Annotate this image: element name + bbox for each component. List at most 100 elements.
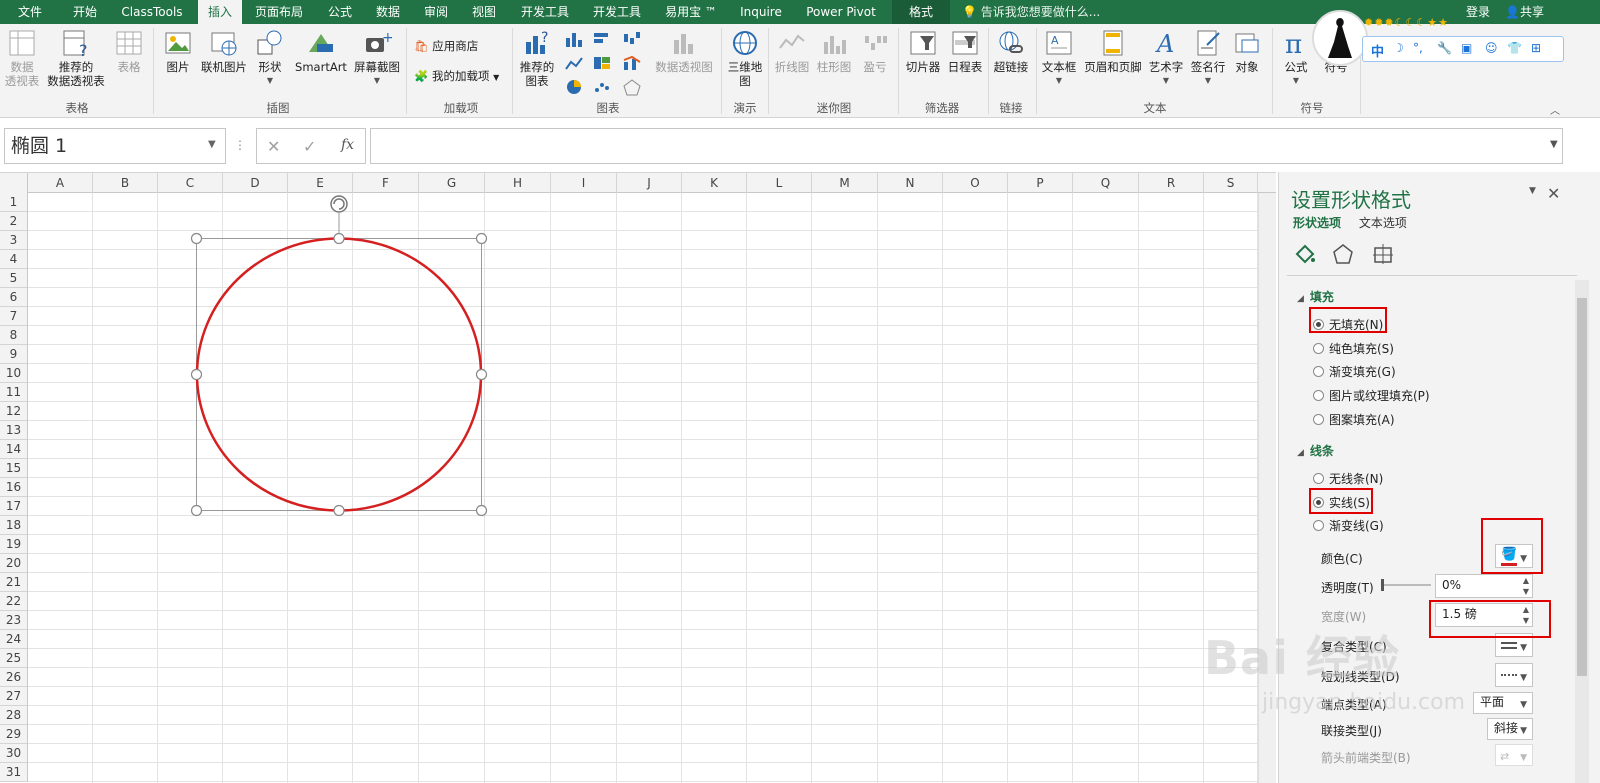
dash-type-dropdown[interactable]: ▼	[1495, 663, 1533, 687]
punctuation-icon[interactable]: °,	[1413, 41, 1423, 55]
resize-handles[interactable]	[190, 232, 488, 517]
share-button[interactable]: 👤共享	[1505, 0, 1544, 24]
3d-map-button[interactable]: 三维地 图	[724, 28, 766, 88]
line-option-gradient[interactable]: 渐变线(G)	[1313, 517, 1384, 534]
tab-file[interactable]: 文件	[8, 0, 52, 24]
tab-home[interactable]: 开始	[62, 0, 108, 24]
pivot-chart-button[interactable]: 数据透视图	[652, 28, 716, 74]
bar-chart-icon[interactable]	[592, 30, 612, 48]
sparkline-column-button[interactable]: 柱形图	[814, 28, 854, 74]
grid-icon[interactable]: ⊞	[1531, 41, 1541, 55]
chevron-down-icon[interactable]: ▼	[1529, 186, 1536, 196]
spin-up-icon[interactable]: ▲	[1523, 576, 1529, 585]
pie-chart-icon[interactable]	[564, 78, 584, 96]
radar-chart-icon[interactable]	[622, 78, 642, 96]
tab-format[interactable]: 格式	[892, 0, 950, 24]
rotate-handle-icon[interactable]	[330, 195, 348, 213]
my-addins-button[interactable]: 🧩 我的加载项 ▼	[414, 68, 499, 86]
fill-option-gradient[interactable]: 渐变填充(G)	[1313, 363, 1396, 380]
sparkline-line-button[interactable]: 折线图	[772, 28, 812, 74]
tab-formulas[interactable]: 公式	[318, 0, 362, 24]
hierarchy-chart-icon[interactable]	[592, 54, 612, 72]
effects-pentagon-icon[interactable]	[1331, 242, 1355, 266]
double-line-icon-lower	[1501, 647, 1517, 649]
tab-inquire[interactable]: Inquire	[732, 0, 790, 24]
spin-down-icon[interactable]: ▼	[1523, 587, 1529, 596]
fill-option-picture[interactable]: 图片或纹理填充(P)	[1313, 387, 1430, 404]
chevron-down-icon[interactable]: ▼	[1550, 139, 1558, 150]
join-type-dropdown[interactable]: 斜接 ▼	[1487, 718, 1533, 740]
pane-scrollbar-thumb[interactable]	[1577, 298, 1587, 676]
moon-icon[interactable]: ☽	[1393, 41, 1404, 55]
collapse-ribbon-icon[interactable]: ︿	[1550, 102, 1560, 117]
recommended-charts-button[interactable]: ? 推荐的 图表	[516, 28, 558, 88]
transparency-slider[interactable]	[1381, 584, 1431, 586]
sparkline-winloss-button[interactable]: 盈亏	[858, 28, 892, 74]
fill-section-header[interactable]: ◢ 填充	[1297, 288, 1334, 305]
textbox-button[interactable]: A 文本框 ▼	[1038, 28, 1080, 88]
smartart-button[interactable]: SmartArt	[292, 28, 350, 74]
tell-me-search[interactable]: 💡 告诉我您想要做什么...	[962, 0, 1100, 24]
header-footer-button[interactable]: 页眉和页脚	[1082, 28, 1144, 74]
slider-thumb[interactable]	[1381, 579, 1384, 591]
tab-page-layout[interactable]: 页面布局	[248, 0, 310, 24]
ellipse-shape[interactable]	[186, 191, 496, 521]
worksheet-grid[interactable]: ABCDEFGHIJKLMNOPQRS 1 2 3 4 5 6 7 8 9 10 11 12 13 14 1…	[0, 172, 1276, 783]
transparency-input[interactable]: 0% ▲ ▼	[1435, 574, 1533, 598]
enter-icon[interactable]: ✓	[303, 137, 316, 156]
object-button[interactable]: 对象	[1230, 28, 1264, 74]
slicer-button[interactable]: 切片器	[902, 28, 944, 74]
tab-insert[interactable]: 插入	[198, 0, 242, 24]
column-chart-icon[interactable]	[564, 30, 584, 48]
tab-text-options[interactable]: 文本选项	[1359, 216, 1407, 230]
smiley-icon[interactable]: ☺	[1485, 41, 1498, 55]
fill-option-pattern[interactable]: 图案填充(A)	[1313, 411, 1395, 428]
fill-option-solid[interactable]: 纯色填充(S)	[1313, 340, 1394, 357]
tab-review[interactable]: 审阅	[414, 0, 458, 24]
tab-shape-options[interactable]: 形状选项	[1293, 216, 1341, 230]
ime-avatar[interactable]	[1312, 10, 1368, 66]
online-pictures-button[interactable]: 联机图片	[198, 28, 250, 74]
tab-view[interactable]: 视图	[462, 0, 506, 24]
close-icon[interactable]: ✕	[1547, 184, 1560, 203]
signature-line-button[interactable]: 签名行 ▼	[1188, 28, 1228, 88]
tab-data[interactable]: 数据	[366, 0, 410, 24]
pivot-table-button[interactable]: 数据 透视表	[4, 28, 40, 88]
pictures-button[interactable]: 图片	[158, 28, 198, 74]
formula-input[interactable]	[370, 128, 1563, 164]
resize-handle-icon[interactable]: ⋮	[234, 138, 246, 152]
clipboard-icon[interactable]: ▣	[1461, 41, 1472, 55]
line-option-none[interactable]: 无线条(N)	[1313, 470, 1383, 487]
chevron-down-icon[interactable]: ▼	[208, 139, 216, 150]
ime-language-toggle[interactable]: 中	[1371, 41, 1384, 60]
fill-line-icon[interactable]	[1293, 242, 1317, 266]
tab-developer-2[interactable]: 开发工具	[584, 0, 650, 24]
waterfall-chart-icon[interactable]	[622, 30, 642, 48]
scatter-chart-icon[interactable]	[592, 78, 612, 96]
tab-developer[interactable]: 开发工具	[512, 0, 578, 24]
store-button[interactable]: 🛍 应用商店	[414, 38, 478, 54]
recommended-pivot-button[interactable]: ? 推荐的 数据透视表	[44, 28, 108, 88]
size-properties-icon[interactable]	[1371, 242, 1395, 266]
wordart-button[interactable]: A 艺术字 ▼	[1146, 28, 1186, 88]
timeline-button[interactable]: 日程表	[944, 28, 986, 74]
tab-classtools[interactable]: ClassTools	[112, 0, 192, 24]
shapes-button[interactable]: 形状 ▼	[254, 28, 286, 88]
sign-in-link[interactable]: 登录	[1466, 0, 1490, 24]
hyperlink-button[interactable]: 超链接	[990, 28, 1032, 74]
insert-function-icon[interactable]: fx	[341, 137, 354, 153]
equation-button[interactable]: π 公式 ▼	[1276, 28, 1316, 88]
shirt-icon[interactable]: 👕	[1507, 41, 1522, 55]
line-chart-icon[interactable]	[564, 54, 584, 72]
combo-chart-icon[interactable]	[622, 54, 642, 72]
cancel-icon[interactable]: ✕	[267, 137, 280, 156]
tab-easyuse[interactable]: 易用宝 ™	[658, 0, 724, 24]
name-box[interactable]: 椭圆 1	[4, 128, 226, 164]
table-button[interactable]: 表格	[112, 28, 146, 74]
screenshot-button[interactable]: + 屏幕截图 ▼	[352, 28, 402, 88]
tab-power-pivot[interactable]: Power Pivot	[798, 0, 884, 24]
arrow-begin-dropdown[interactable]: ⇄ ▼	[1495, 744, 1533, 766]
wrench-icon[interactable]: 🔧	[1437, 41, 1452, 55]
line-section-header[interactable]: ◢ 线条	[1297, 442, 1334, 459]
cap-type-dropdown[interactable]: 平面 ▼	[1473, 692, 1533, 714]
